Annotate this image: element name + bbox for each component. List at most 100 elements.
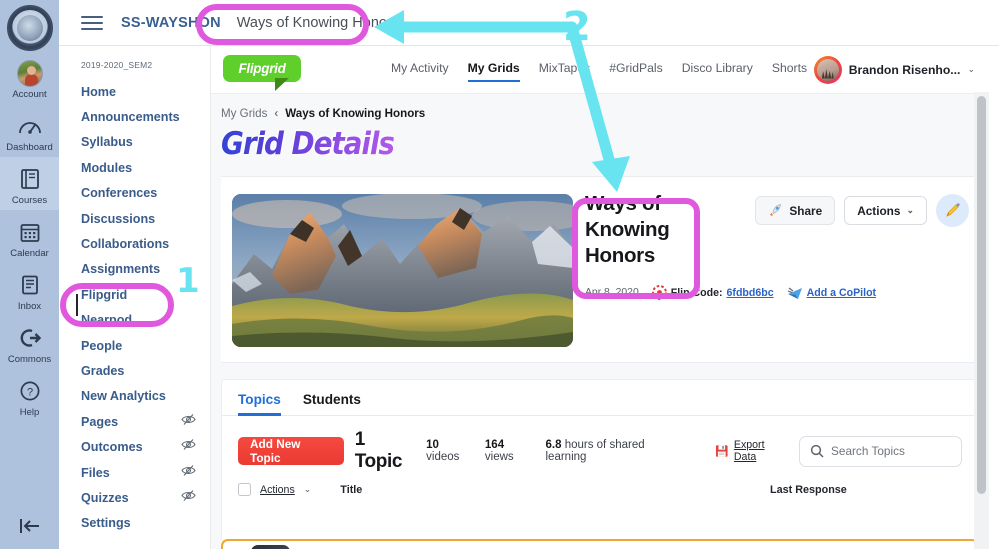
flipgrid-logo[interactable]: Flipgrid [223, 54, 307, 91]
sidebar-item-quizzes[interactable]: Quizzes [59, 485, 210, 510]
sidebar-item-collaborations[interactable]: Collaborations [59, 231, 210, 256]
edit-grid-button[interactable] [936, 194, 969, 227]
global-nav-label: Dashboard [6, 142, 53, 153]
flipgrid-nav: My Activity My Grids MixTapes #GridPals Disc… [391, 61, 807, 82]
global-nav-item-help[interactable]: ? Help [0, 369, 59, 422]
tab-disco-library[interactable]: Disco Library [682, 61, 753, 78]
sidebar-item-announcements[interactable]: Announcements [59, 104, 210, 129]
global-nav-item-dashboard[interactable]: Dashboard [0, 104, 59, 157]
export-data-link[interactable]: Export Data [715, 439, 788, 463]
topic-count: 1 Topic [354, 429, 403, 472]
calendar-icon [17, 219, 43, 245]
hidden-eye-icon [181, 489, 196, 507]
hours-stat: 6.8 hours of shared learning [546, 439, 685, 463]
flipgrid-user-name: Brandon Risenho... [848, 62, 961, 77]
floppy-disk-icon [716, 445, 728, 457]
topic-thumbnail[interactable] [251, 545, 290, 549]
bulk-actions-label[interactable]: Actions [260, 484, 295, 496]
sidebar-item-syllabus[interactable]: Syllabus [59, 130, 210, 155]
sidebar-item-label: Announcements [81, 110, 180, 125]
tab-mixtapes[interactable]: MixTapes [539, 61, 590, 78]
sidebar-item-label: New Analytics [81, 389, 166, 404]
hidden-eye-icon [181, 413, 196, 431]
sidebar-item-label: Conferences [81, 186, 158, 201]
global-nav-item-commons[interactable]: Commons [0, 316, 59, 369]
sidebar-item-label: People [81, 338, 123, 353]
sidebar-item-flipgrid[interactable]: Flipgrid [59, 282, 210, 307]
school-logo[interactable] [6, 5, 53, 51]
global-nav-label: Calendar [10, 248, 49, 259]
tab-my-activity[interactable]: My Activity [391, 61, 449, 78]
sidebar-item-outcomes[interactable]: Outcomes [59, 434, 210, 459]
global-nav-item-account[interactable]: Account [0, 51, 59, 104]
sidebar-item-label: Files [81, 465, 110, 480]
flipgrid-user-menu[interactable]: Brandon Risenho... ⌄ [813, 55, 975, 84]
scrollbar-thumb[interactable] [977, 96, 986, 494]
canvas-topbar: SS-WAYSHON Ways of Knowing Honors [59, 0, 999, 46]
tab-topics[interactable]: Topics [238, 392, 281, 416]
sidebar-item-settings[interactable]: Settings [59, 511, 210, 536]
flipgrid-app-frame: Flipgrid My Activity My Grids MixTapes #Gri… [211, 46, 989, 549]
canvas-course-nav: 2019-2020_SEM2 Home Announcements Syllabus… [59, 46, 211, 549]
global-nav-item-inbox[interactable]: Inbox [0, 263, 59, 316]
inbox-tray-icon [17, 272, 43, 298]
sidebar-item-modules[interactable]: Modules [59, 155, 210, 180]
collapse-left-arrow-icon[interactable] [0, 517, 59, 535]
sidebar-item-conferences[interactable]: Conferences [59, 181, 210, 206]
global-nav-label: Help [19, 407, 40, 418]
topics-summary-bar: Add New Topic 1 Topic 10 videos 164 view… [222, 416, 978, 473]
breadcrumb-page-name[interactable]: Ways of Knowing Honors [237, 15, 399, 31]
canvas-global-nav: Account Dashboard Courses Calendar Inbox [0, 0, 59, 549]
courses-book-icon [17, 166, 43, 192]
sidebar-item-home[interactable]: Home [59, 79, 210, 104]
course-term-label: 2019-2020_SEM2 [81, 60, 153, 70]
add-copilot-link[interactable]: Add a CoPilot [787, 286, 876, 300]
search-topics-box[interactable] [799, 435, 963, 467]
select-all-checkbox[interactable] [238, 483, 251, 496]
views-stat: 164 views [485, 439, 535, 463]
tab-shorts[interactable]: Shorts [772, 61, 807, 78]
sidebar-item-new-analytics[interactable]: New Analytics [59, 384, 210, 409]
page-title: Grid Details [221, 126, 395, 162]
videos-label: videos [426, 451, 460, 463]
flip-code-value[interactable]: 6fdbd6bc [727, 287, 774, 299]
flip-code-label: Flip Code: [670, 286, 723, 299]
views-label: views [484, 451, 514, 463]
share-button-label: Share [789, 203, 823, 218]
sidebar-item-assignments[interactable]: Assignments [59, 257, 210, 282]
grid-cover-image[interactable] [232, 194, 573, 347]
sidebar-item-label: Flipgrid [81, 287, 128, 302]
add-copilot-label: Add a CoPilot [806, 286, 877, 299]
add-new-topic-button[interactable]: Add New Topic [238, 437, 344, 465]
global-nav-item-courses[interactable]: Courses [0, 157, 59, 210]
grid-details-card: Ways of Knowing Honors Apr 8, 2020 Flip … [221, 176, 979, 363]
tab-my-grids[interactable]: My Grids [467, 61, 520, 82]
hamburger-menu-icon[interactable] [81, 15, 103, 30]
sidebar-item-grades[interactable]: Grades [59, 358, 210, 383]
tab-gridpals[interactable]: #GridPals [609, 61, 663, 78]
table-row[interactable]: 8.2 Flipgrid Presentation View Apr 24, 2… [221, 539, 979, 549]
sidebar-item-people[interactable]: People [59, 333, 210, 358]
sidebar-item-pages[interactable]: Pages [59, 409, 210, 434]
topics-tabs: Topics Students [222, 380, 978, 416]
share-button[interactable]: Share [755, 196, 836, 225]
topics-panel: Topics Students Add New Topic 1 Topic 10 … [221, 379, 979, 539]
tab-students[interactable]: Students [303, 392, 361, 415]
global-nav-item-calendar[interactable]: Calendar [0, 210, 59, 263]
breadcrumb-course-code[interactable]: SS-WAYSHON [121, 15, 221, 31]
breadcrumb-my-grids[interactable]: My Grids [221, 107, 267, 120]
grid-actions-button[interactable]: Actions ⌄ [844, 196, 927, 225]
sidebar-item-label: Outcomes [81, 440, 143, 455]
topics-table-header: Actions ⌄ Title Last Response [222, 473, 978, 502]
avatar [813, 55, 842, 84]
column-header-title: Title [340, 483, 363, 496]
course-nav-list: Home Announcements Syllabus Modules Conferen… [59, 79, 210, 536]
sidebar-item-files[interactable]: Files [59, 460, 210, 485]
search-input[interactable] [831, 444, 952, 458]
pencil-icon [946, 203, 960, 217]
help-question-icon: ? [17, 378, 43, 404]
global-nav-label: Account [12, 89, 47, 100]
grid-created-date: Apr 8, 2020 [585, 287, 639, 298]
sidebar-item-discussions[interactable]: Discussions [59, 206, 210, 231]
sidebar-item-nearpod[interactable]: Nearpod [59, 308, 210, 333]
